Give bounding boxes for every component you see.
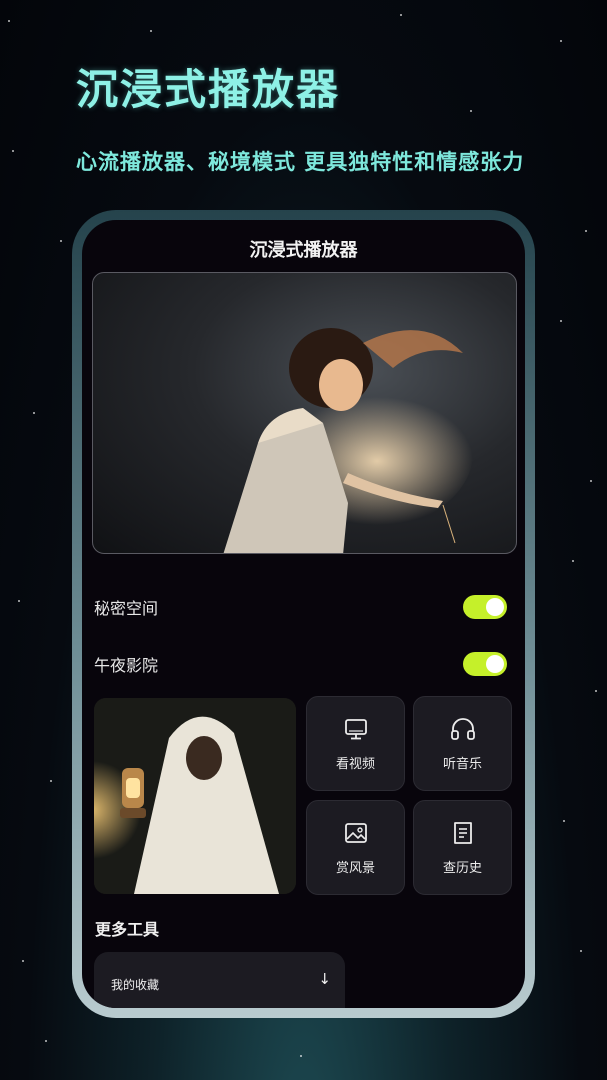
app-screen: 沉浸式播放器 秘密空间 午夜影院 看视频 听音乐 赏风景 查历史 更多工具 我的… [82, 220, 525, 1008]
hero-illustration [223, 328, 473, 553]
midnight-cinema-toggle[interactable] [463, 652, 507, 676]
phone-frame: 沉浸式播放器 秘密空间 午夜影院 看视频 听音乐 赏风景 查历史 更多工具 我的… [72, 210, 535, 1018]
setting-secret-space: 秘密空间 [94, 592, 507, 622]
watch-video-tile[interactable]: 看视频 [306, 696, 405, 791]
tile-label: 赏风景 [335, 861, 375, 876]
toggle-knob [486, 655, 504, 673]
my-favorites-label: 我的收藏 [111, 978, 160, 992]
promo-title: 沉浸式播放器 [76, 65, 341, 114]
arrow-down-icon: ↓ [318, 970, 331, 988]
setting-label: 午夜影院 [94, 656, 159, 675]
more-tools-heading: 更多工具 [95, 920, 160, 939]
listen-music-tile[interactable]: 听音乐 [413, 696, 512, 791]
hero-image[interactable] [92, 272, 517, 554]
check-history-tile[interactable]: 查历史 [413, 800, 512, 895]
tile-label: 听音乐 [442, 757, 482, 772]
setting-label: 秘密空间 [94, 599, 159, 618]
tile-label: 查历史 [442, 861, 482, 876]
setting-midnight-cinema: 午夜影院 [94, 649, 507, 679]
view-scenery-tile[interactable]: 赏风景 [306, 800, 405, 895]
my-favorites-item[interactable]: 我的收藏 ↓ [94, 952, 345, 1008]
feature-photo-illustration [94, 698, 296, 894]
secret-space-toggle[interactable] [463, 595, 507, 619]
history-document-icon [453, 822, 472, 844]
app-title: 沉浸式播放器 [249, 240, 358, 261]
headphones-icon [450, 718, 475, 740]
tile-label: 看视频 [335, 757, 375, 772]
monitor-icon [344, 719, 367, 740]
landscape-icon [344, 823, 367, 843]
promo-subtitle: 心流播放器、秘境模式 更具独特性和情感张力 [76, 150, 525, 174]
feature-photo[interactable] [94, 698, 296, 894]
toggle-knob [486, 598, 504, 616]
